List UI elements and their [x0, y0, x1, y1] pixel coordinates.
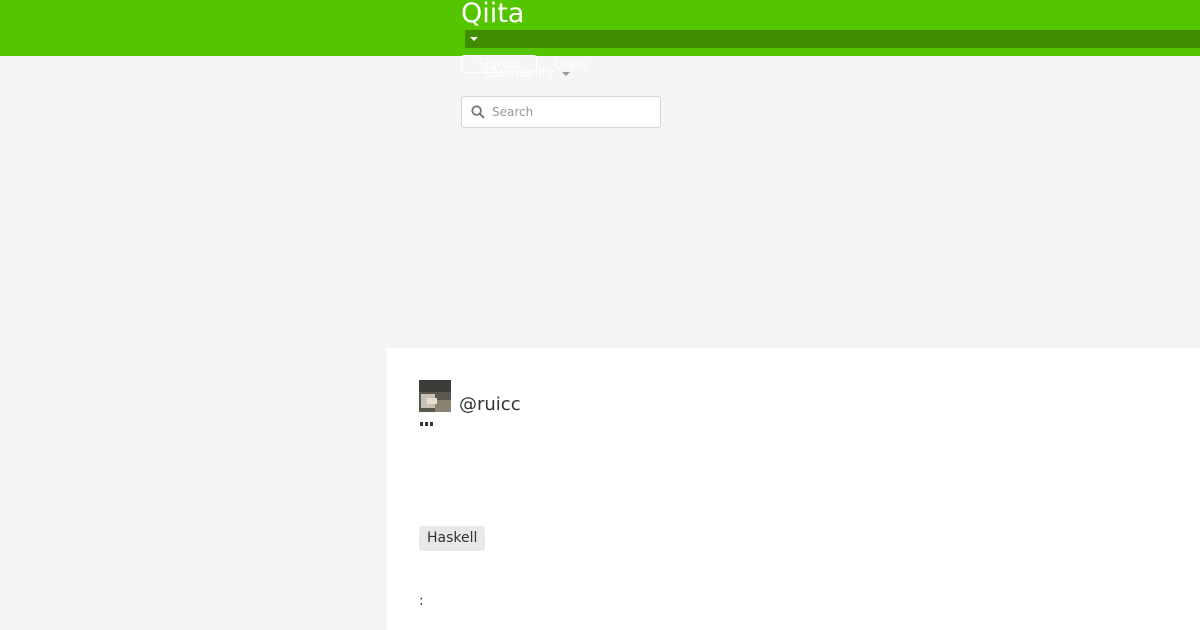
- more-icon[interactable]: [419, 420, 435, 428]
- global-header: Qiita: [0, 0, 1200, 56]
- login-link[interactable]: Login: [554, 57, 586, 71]
- qiita-logo[interactable]: Qiita: [461, 0, 524, 27]
- search-icon: [471, 105, 485, 119]
- search-box[interactable]: [461, 96, 661, 128]
- search-input[interactable]: [492, 97, 657, 127]
- chevron-down-icon[interactable]: [470, 37, 478, 41]
- header-menubar[interactable]: [465, 30, 1200, 48]
- avatar[interactable]: [419, 380, 451, 412]
- tag-haskell[interactable]: Haskell: [419, 526, 486, 551]
- article-card: @ruicc Haskell :: [387, 348, 1200, 630]
- chevron-down-icon[interactable]: [562, 72, 570, 76]
- author-username[interactable]: @ruicc: [459, 394, 521, 416]
- avatar-image: [419, 380, 451, 412]
- community-menu[interactable]: Community: [484, 66, 553, 80]
- post-date: :: [419, 593, 424, 609]
